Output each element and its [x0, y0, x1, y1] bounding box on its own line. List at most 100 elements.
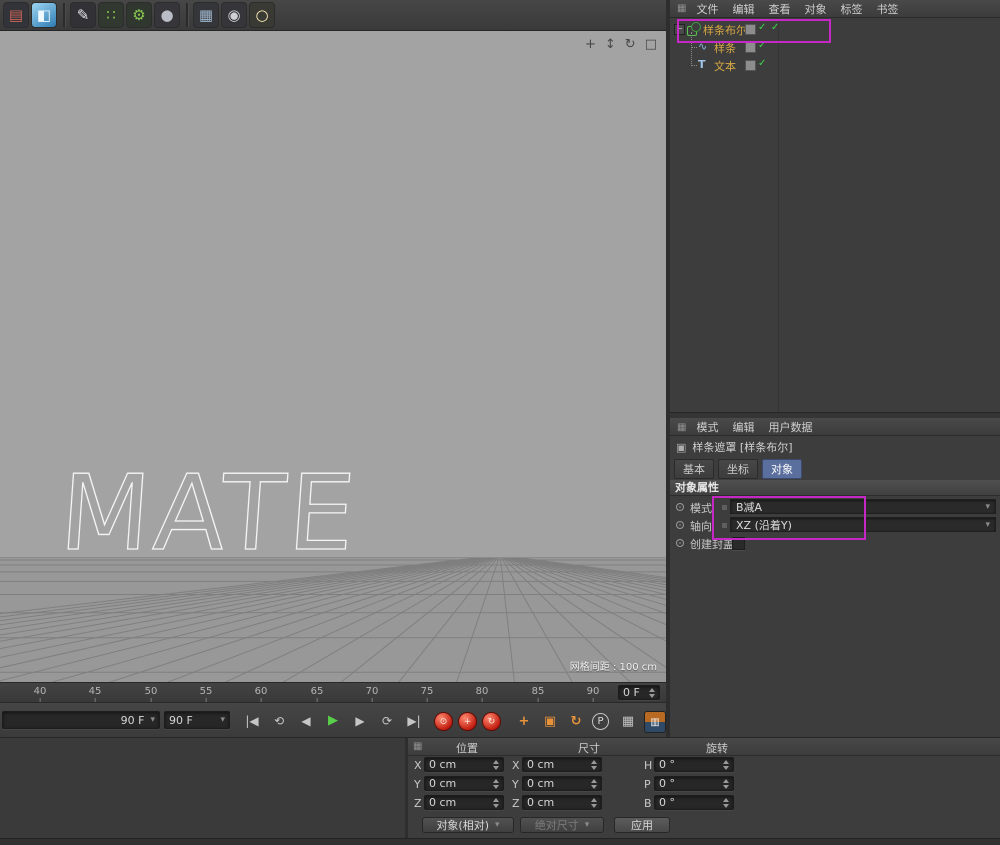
camera-glyph: ◉ [227, 6, 241, 24]
panel-grip-icon[interactable]: ▦ [677, 422, 686, 433]
previous-key-button[interactable]: ⟲ [267, 711, 291, 731]
pen-spline-icon[interactable]: ✎ [70, 2, 96, 28]
enable-toggle[interactable]: ✓ [758, 22, 766, 33]
menu-item-view[interactable]: 查看 [768, 1, 790, 17]
stepper[interactable] [723, 759, 729, 770]
size-z-field[interactable]: 0 cm [522, 795, 602, 810]
field-value: 0 ° [659, 758, 675, 771]
object-row-spline[interactable]: ∿ 样条 ✓ [670, 39, 1000, 55]
goto-start-button[interactable]: |◀ [240, 711, 264, 731]
create-caps-row: 创建封盖 [670, 535, 1000, 551]
light-icon[interactable]: ○ [249, 2, 275, 28]
timeline-tick-label: 85 [531, 686, 545, 702]
metaball-icon[interactable]: ● [154, 2, 180, 28]
object-row-text[interactable]: T 文本 ✓ [670, 57, 1000, 73]
rotation-b-field[interactable]: 0 ° [654, 795, 734, 810]
position-z-field[interactable]: 0 cm [424, 795, 504, 810]
tab-basic[interactable]: 基本 [674, 459, 714, 479]
zoom-view-icon[interactable]: ↕ [605, 37, 616, 52]
stepper[interactable] [591, 778, 597, 789]
move-tool-icon[interactable]: + [514, 711, 534, 731]
apply-button[interactable]: 应用 [614, 817, 670, 833]
visibility-toggle[interactable] [745, 42, 756, 53]
goto-end-button[interactable]: ▶| [402, 711, 426, 731]
enable-toggle[interactable]: ✓ [758, 58, 766, 69]
rotate-view-icon[interactable]: ↻ [625, 37, 636, 52]
camera-icon[interactable]: ◉ [221, 2, 247, 28]
range-start-field[interactable]: 90 F ▾ [2, 711, 160, 729]
cube-primitive-icon[interactable]: ◧ [31, 2, 57, 28]
object-row-spline-boolean[interactable]: − 样条布尔 ✓ ✓ [670, 21, 1000, 37]
array-generator-icon[interactable]: ∷ [98, 2, 124, 28]
keyframe-circle-icon[interactable] [676, 521, 684, 529]
position-x-field[interactable]: 0 cm [424, 757, 504, 772]
visibility-toggle[interactable] [745, 60, 756, 71]
size-mode-dropdown[interactable]: 绝对尺寸 ▾ [520, 817, 604, 833]
stepper[interactable] [591, 797, 597, 808]
stepper[interactable] [493, 797, 499, 808]
mode-value: B减A [736, 500, 763, 514]
rotation-h-field[interactable]: 0 ° [654, 757, 734, 772]
tab-object[interactable]: 对象 [762, 459, 802, 479]
rotate-tool-icon[interactable]: ↻ [566, 711, 586, 731]
floor-environment-icon[interactable]: ▦ [193, 2, 219, 28]
horizontal-splitter[interactable] [0, 737, 1000, 738]
mode-dropdown[interactable]: B减A ▾ [730, 499, 996, 514]
axis-dropdown[interactable]: XZ (沿着Y) ▾ [730, 517, 996, 532]
frame-stepper[interactable] [649, 687, 655, 698]
stepper[interactable] [493, 778, 499, 789]
stepper[interactable] [723, 797, 729, 808]
bottom-panel-splitter[interactable] [405, 738, 408, 838]
autokey-rotation-button[interactable]: ↻ [482, 712, 501, 731]
expander-icon[interactable]: − [674, 24, 685, 35]
vertical-splitter[interactable] [666, 0, 670, 738]
range-start-value: 90 F [120, 713, 145, 727]
play-button[interactable]: ▶ [321, 711, 345, 731]
record-keyframe-button[interactable]: ⊙ [434, 712, 453, 731]
scale-tool-icon[interactable]: ▣ [540, 711, 560, 731]
visibility-toggle[interactable] [745, 24, 756, 35]
current-frame-field[interactable]: 0 F [618, 685, 660, 700]
keyframe-circle-icon[interactable] [676, 503, 684, 511]
keyframe-circle-icon[interactable] [676, 539, 684, 547]
stepper[interactable] [493, 759, 499, 770]
rotation-p-field[interactable]: 0 ° [654, 776, 734, 791]
menu-item-objects[interactable]: 对象 [804, 1, 826, 17]
next-frame-button[interactable]: ▶ [348, 711, 372, 731]
position-y-field[interactable]: 0 cm [424, 776, 504, 791]
enable-toggle[interactable]: ✓ [758, 40, 766, 51]
previous-frame-button[interactable]: ◀ [294, 711, 318, 731]
toggle-view-icon[interactable]: □ [645, 37, 657, 52]
menu-item-edit[interactable]: 编辑 [732, 419, 754, 435]
layout-toggle-icon[interactable]: ▥ [644, 711, 666, 733]
size-y-field[interactable]: 0 cm [522, 776, 602, 791]
stepper[interactable] [591, 759, 597, 770]
gear-deformer-icon[interactable]: ⚙ [126, 2, 152, 28]
range-end-field[interactable]: 90 F ▾ [164, 711, 230, 729]
menu-item-mode[interactable]: 模式 [696, 419, 718, 435]
keyframe-selection-icon[interactable]: ▦ [618, 711, 638, 731]
viewport[interactable]: MATE + ↕ ↻ □ 网格间距 : 100 cm [0, 31, 666, 682]
menu-item-tags[interactable]: 标签 [840, 1, 862, 17]
menu-item-edit[interactable]: 编辑 [732, 1, 754, 17]
render-settings-icon[interactable]: ▤ [3, 2, 29, 28]
generator-check[interactable]: ✓ [771, 22, 779, 33]
next-key-button[interactable]: ⟳ [375, 711, 399, 731]
menu-item-user-data[interactable]: 用户数据 [768, 419, 812, 435]
tab-coordinates[interactable]: 坐标 [718, 459, 758, 479]
panel-grip-icon[interactable]: ▦ [413, 741, 422, 752]
viewport-canvas: MATE [0, 31, 666, 682]
panel-grip-icon[interactable]: ▦ [677, 3, 686, 14]
timeline-ruler[interactable]: 40 45 50 55 60 65 70 75 80 85 90 0 F [0, 682, 666, 702]
parameter-record-icon[interactable]: P [592, 713, 609, 730]
autokey-position-button[interactable]: + [458, 712, 477, 731]
menu-item-file[interactable]: 文件 [696, 1, 718, 17]
coordinate-mode-dropdown[interactable]: 对象(相对) ▾ [422, 817, 514, 833]
size-x-field[interactable]: 0 cm [522, 757, 602, 772]
menu-item-bookmarks[interactable]: 书签 [876, 1, 898, 17]
panel-splitter[interactable] [670, 412, 1000, 419]
stepper[interactable] [723, 778, 729, 789]
field-value: 0 cm [527, 777, 555, 790]
create-caps-checkbox[interactable] [732, 537, 745, 550]
pan-view-icon[interactable]: + [585, 37, 596, 52]
